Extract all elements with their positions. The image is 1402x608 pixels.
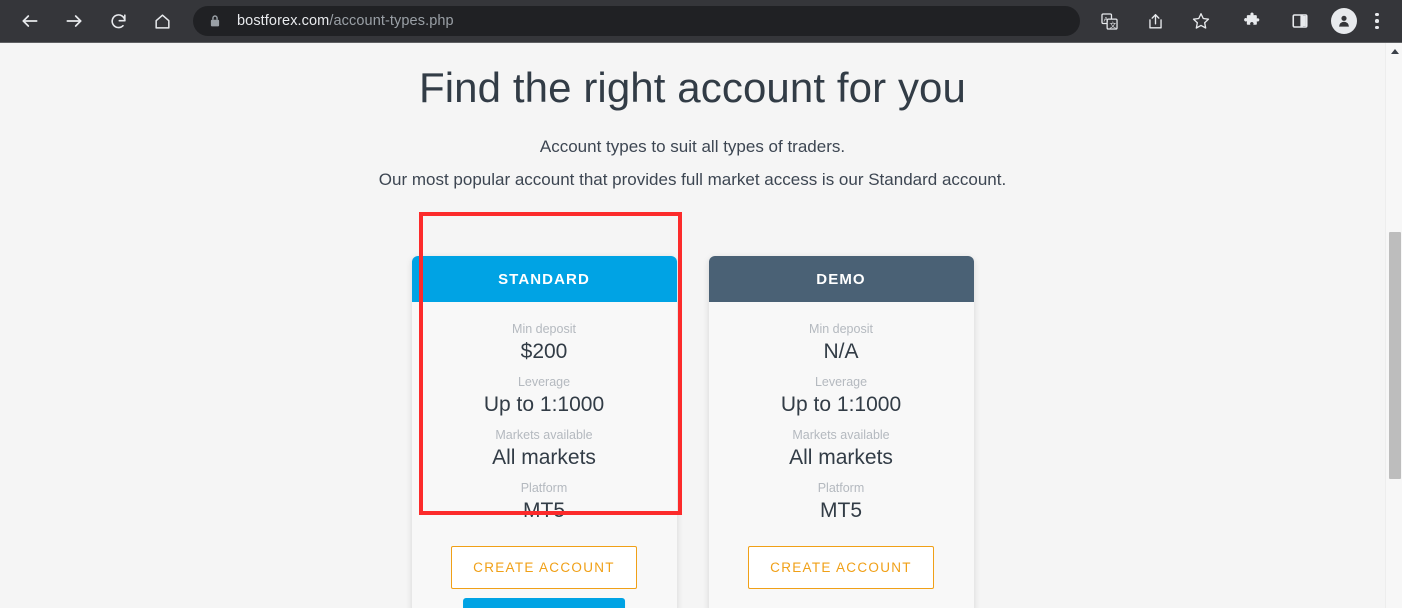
spec-value-leverage: Up to 1:1000 [780,392,902,416]
spec-label-markets: Markets available [792,428,890,442]
spec-value-markets: All markets [789,445,893,469]
side-panel-icon[interactable] [1283,4,1317,38]
card-body-demo: Min deposit N/A Leverage Up to 1:1000 Ma… [709,302,974,608]
page-title: Find the right account for you [419,64,966,111]
create-account-button-standard[interactable]: CREATE ACCOUNT [451,546,637,589]
reload-button[interactable] [101,4,135,38]
spec-label-leverage: Leverage [517,375,571,389]
account-card-demo[interactable]: DEMO Min deposit N/A Leverage Up to 1:10… [708,256,974,608]
extensions-puzzle-icon[interactable] [1235,4,1269,38]
spec-label-platform: Platform [817,481,865,495]
spec-value-min-deposit: $200 [520,339,568,363]
spec-value-markets: All markets [492,445,596,469]
toolbar-right-actions [1228,4,1394,38]
url-host: bostforex.com [237,13,330,29]
spec-value-platform: MT5 [523,498,565,522]
spec-value-leverage: Up to 1:1000 [483,392,605,416]
most-popular-badge: MOST POPULAR [463,598,625,608]
page-scrollbar[interactable] [1385,43,1402,608]
web-page: Find the right account for you Account t… [0,43,1385,608]
lock-icon[interactable] [207,13,223,29]
card-header-demo: DEMO [708,256,974,302]
spec-value-platform: MT5 [820,498,862,522]
spec-label-min-deposit: Min deposit [512,322,576,336]
spec-label-leverage: Leverage [814,375,868,389]
translate-icon[interactable]: A 文 [1092,4,1126,38]
scroll-up-arrow-icon[interactable] [1386,43,1402,60]
svg-text:A: A [1103,16,1108,23]
account-type-cards: STANDARD Min deposit $200 Leverage Up to… [0,256,1385,608]
page-viewport: Find the right account for you Account t… [0,43,1402,608]
three-dot-menu-icon[interactable] [1366,4,1388,38]
forward-button[interactable] [57,4,91,38]
card-header-standard: STANDARD [411,256,677,302]
spec-label-markets: Markets available [495,428,593,442]
home-button[interactable] [145,4,179,38]
browser-window: bostforex.com/account-types.php A 文 Find… [0,0,1402,608]
spec-label-platform: Platform [520,481,568,495]
card-body-standard: Min deposit $200 Leverage Up to 1:1000 M… [412,302,677,608]
url-path: /account-types.php [329,13,454,29]
bookmark-star-icon[interactable] [1184,4,1218,38]
omnibox-actions: A 文 [1086,4,1224,38]
back-button[interactable] [13,4,47,38]
profile-avatar-icon[interactable] [1331,8,1357,34]
page-subtitle-primary: Account types to suit all types of trade… [539,136,846,156]
url-text: bostforex.com/account-types.php [237,13,454,29]
address-bar[interactable]: bostforex.com/account-types.php [193,6,1080,36]
svg-text:文: 文 [1109,20,1116,29]
spec-label-min-deposit: Min deposit [809,322,873,336]
share-icon[interactable] [1138,4,1172,38]
create-account-button-demo[interactable]: CREATE ACCOUNT [748,546,934,589]
page-subtitle-secondary: Our most popular account that provides f… [378,169,1007,189]
browser-toolbar: bostforex.com/account-types.php A 文 [0,0,1402,42]
spec-value-min-deposit: N/A [823,339,859,363]
account-card-standard[interactable]: STANDARD Min deposit $200 Leverage Up to… [411,256,677,608]
scrollbar-thumb[interactable] [1389,232,1401,479]
